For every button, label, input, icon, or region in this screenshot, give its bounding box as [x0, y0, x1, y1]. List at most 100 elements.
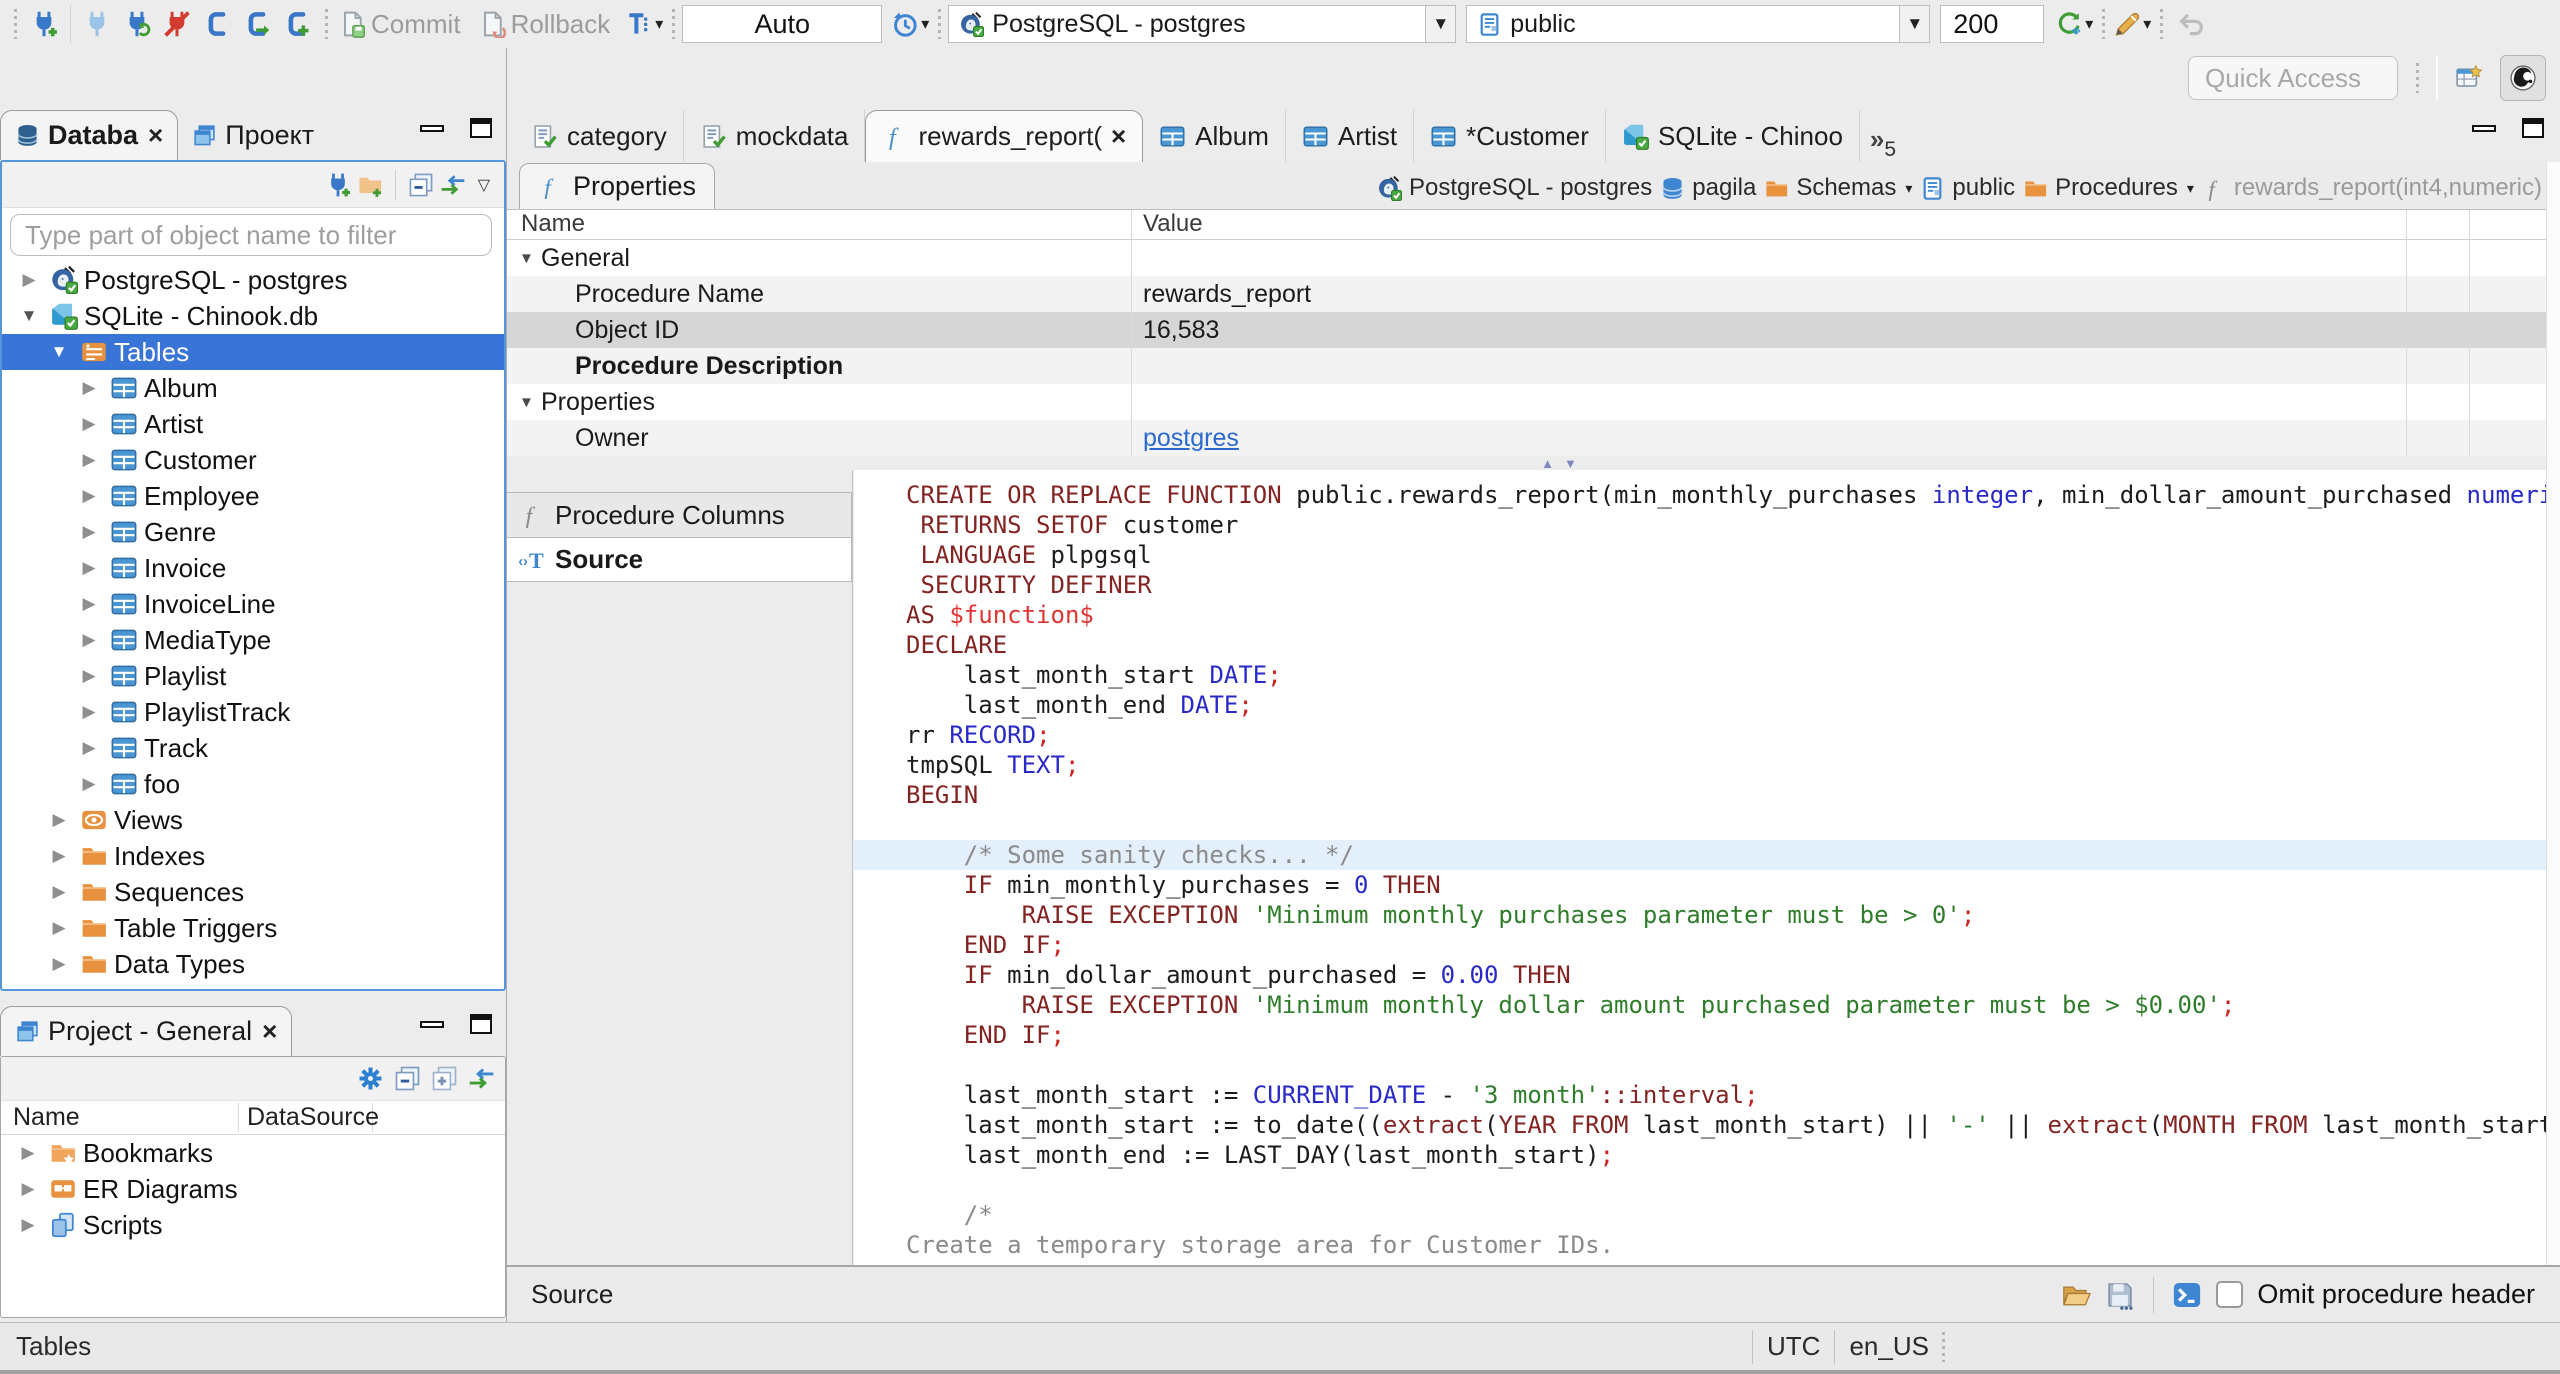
property-row-properties[interactable]: ▼ Properties: [507, 384, 2560, 420]
tree-item-customer[interactable]: ▶ Customer: [2, 442, 504, 478]
tree-item-sequences[interactable]: ▶ Sequences: [2, 874, 504, 910]
fetch-size-input[interactable]: [1940, 5, 2045, 43]
commit-button[interactable]: [335, 4, 369, 44]
editor-tab-customer[interactable]: *Customer: [1414, 110, 1606, 162]
minimize-view-button[interactable]: [420, 1020, 444, 1028]
tree-item-postgresql-postgres[interactable]: ▶ PostgreSQL - postgres: [2, 262, 504, 298]
reconnect-button[interactable]: [117, 4, 157, 44]
expander-icon[interactable]: ▶: [13, 1143, 43, 1163]
expander-icon[interactable]: ▶: [74, 414, 104, 434]
code-line[interactable]: /* Some sanity checks... */: [854, 840, 2547, 870]
maximize-view-button[interactable]: [470, 1014, 492, 1034]
new-folder-icon[interactable]: [357, 172, 383, 198]
expander-icon[interactable]: ▼: [14, 306, 44, 326]
property-row-procedure-description[interactable]: Procedure Description: [507, 348, 2560, 384]
tree-item-artist[interactable]: ▶ Artist: [2, 406, 504, 442]
breadcrumb-item-pagila[interactable]: pagila: [1660, 174, 1756, 202]
property-value-link[interactable]: postgres: [1143, 424, 1239, 453]
column-header-datasource[interactable]: DataSource: [239, 1103, 379, 1132]
expander-icon[interactable]: ▶: [74, 666, 104, 686]
save-to-file-icon[interactable]: [2105, 1280, 2135, 1310]
code-line[interactable]: [854, 1050, 2547, 1080]
editor-tab-album[interactable]: Album: [1143, 110, 1286, 162]
code-line[interactable]: rr RECORD;: [854, 720, 2547, 750]
toolbar-grip[interactable]: [668, 9, 679, 39]
tab-project-general[interactable]: Project - General ×: [0, 1006, 293, 1056]
open-in-console-icon[interactable]: [2172, 1280, 2202, 1310]
code-line[interactable]: AS $function$: [854, 600, 2547, 630]
expander-icon[interactable]: ▼: [519, 250, 541, 267]
tab-properties[interactable]: f Properties: [519, 163, 716, 209]
breadcrumb-item-public[interactable]: public: [1920, 174, 2015, 202]
expander-icon[interactable]: ▶: [44, 918, 74, 938]
connection-dropdown-button[interactable]: ▼: [1426, 5, 1457, 43]
commit-label[interactable]: Commit: [371, 9, 461, 40]
property-value-cell[interactable]: 16,583: [1131, 312, 1219, 348]
tree-item-sqlite-chinook-db[interactable]: ▼ SQLite - Chinook.db: [2, 298, 504, 334]
scrollbar[interactable]: [2546, 162, 2560, 1265]
rollback-label[interactable]: Rollback: [511, 9, 611, 40]
toolbar-grip[interactable]: [934, 9, 945, 39]
project-item-scripts[interactable]: ▶ Scripts: [1, 1207, 505, 1243]
new-connection-icon[interactable]: [325, 172, 351, 198]
expander-icon[interactable]: ▶: [44, 882, 74, 902]
code-line[interactable]: last_month_start := CURRENT_DATE - '3 mo…: [854, 1080, 2547, 1110]
tree-item-playlist[interactable]: ▶ Playlist: [2, 658, 504, 694]
code-line[interactable]: RAISE EXCEPTION 'Minimum monthly purchas…: [854, 900, 2547, 930]
new-sql-editor-button[interactable]: [277, 4, 317, 44]
tree-item-track[interactable]: ▶ Track: [2, 730, 504, 766]
expander-icon[interactable]: ▶: [74, 378, 104, 398]
link-with-editor-icon[interactable]: [440, 172, 466, 198]
expander-icon[interactable]: ▶: [74, 558, 104, 578]
chevron-down-icon[interactable]: ▾: [2187, 180, 2194, 197]
toolbar-grip[interactable]: [2098, 9, 2109, 39]
gear-icon[interactable]: [357, 1065, 384, 1092]
chevron-down-icon[interactable]: ▾: [1905, 180, 1912, 197]
code-line[interactable]: last_month_end := LAST_DAY(last_month_st…: [854, 1140, 2547, 1170]
expander-icon[interactable]: ▶: [13, 1215, 43, 1235]
locale-indicator[interactable]: en_US: [1849, 1331, 1929, 1362]
load-from-file-icon[interactable]: [2061, 1280, 2092, 1310]
maximize-editor-button[interactable]: [2522, 118, 2544, 138]
tab-source[interactable]: ‹› T Source: [507, 537, 852, 582]
property-row-object-id[interactable]: Object ID 16,583: [507, 312, 2560, 348]
undo-button[interactable]: [2170, 4, 2210, 44]
close-icon[interactable]: ×: [1111, 121, 1126, 152]
editor-tab-artist[interactable]: Artist: [1286, 110, 1415, 162]
code-line[interactable]: CREATE OR REPLACE FUNCTION public.reward…: [854, 480, 2547, 510]
expander-icon[interactable]: ▶: [44, 810, 74, 830]
minimize-editor-button[interactable]: [2472, 124, 2496, 132]
code-line[interactable]: RETURNS SETOF customer: [854, 510, 2547, 540]
code-line[interactable]: IF min_dollar_amount_purchased = 0.00 TH…: [854, 960, 2547, 990]
connect-button[interactable]: [77, 4, 117, 44]
project-item-bookmarks[interactable]: ▶ Bookmarks: [1, 1135, 505, 1171]
column-divider[interactable]: [1131, 210, 1132, 456]
breadcrumb-item-rewards-report-int4-numeric[interactable]: f rewards_report(int4,numeric): [2202, 174, 2542, 202]
column-header-name[interactable]: Name: [1, 1103, 239, 1132]
toolbar-grip[interactable]: [321, 9, 331, 39]
breadcrumb-item-schemas[interactable]: Schemas ▾: [1764, 174, 1912, 202]
tree-item-mediatype[interactable]: ▶ MediaType: [2, 622, 504, 658]
code-line[interactable]: /*: [854, 1200, 2547, 1230]
tree-filter-input[interactable]: [10, 214, 492, 256]
tree-item-invoice[interactable]: ▶ Invoice: [2, 550, 504, 586]
expander-icon[interactable]: ▶: [74, 486, 104, 506]
code-line[interactable]: RAISE EXCEPTION 'Minimum monthly dollar …: [854, 990, 2547, 1020]
tree-item-data-types[interactable]: ▶ Data Types: [2, 946, 504, 982]
expander-icon[interactable]: ▶: [74, 738, 104, 758]
editor-tab-sqlite-chinoo[interactable]: SQLite - Chinoo: [1606, 110, 1860, 162]
property-value-cell[interactable]: [1131, 384, 1143, 420]
editor-tab-overflow[interactable]: » 5: [1860, 120, 1906, 162]
tree-item-foo[interactable]: ▶ foo: [2, 766, 504, 802]
tab-procedure-columns[interactable]: f Procedure Columns: [507, 492, 852, 537]
expander-icon[interactable]: ▶: [74, 450, 104, 470]
expander-icon[interactable]: ▶: [74, 594, 104, 614]
code-line[interactable]: END IF;: [854, 930, 2547, 960]
code-line[interactable]: tmpSQL TEXT;: [854, 750, 2547, 780]
property-value-cell[interactable]: postgres: [1131, 420, 1239, 456]
omit-procedure-header-checkbox[interactable]: [2216, 1281, 2244, 1308]
new-connection-button[interactable]: [24, 4, 64, 44]
auto-refresh-button[interactable]: ▾: [2054, 4, 2094, 44]
expander-icon[interactable]: ▶: [44, 846, 74, 866]
close-icon[interactable]: ×: [148, 120, 163, 151]
